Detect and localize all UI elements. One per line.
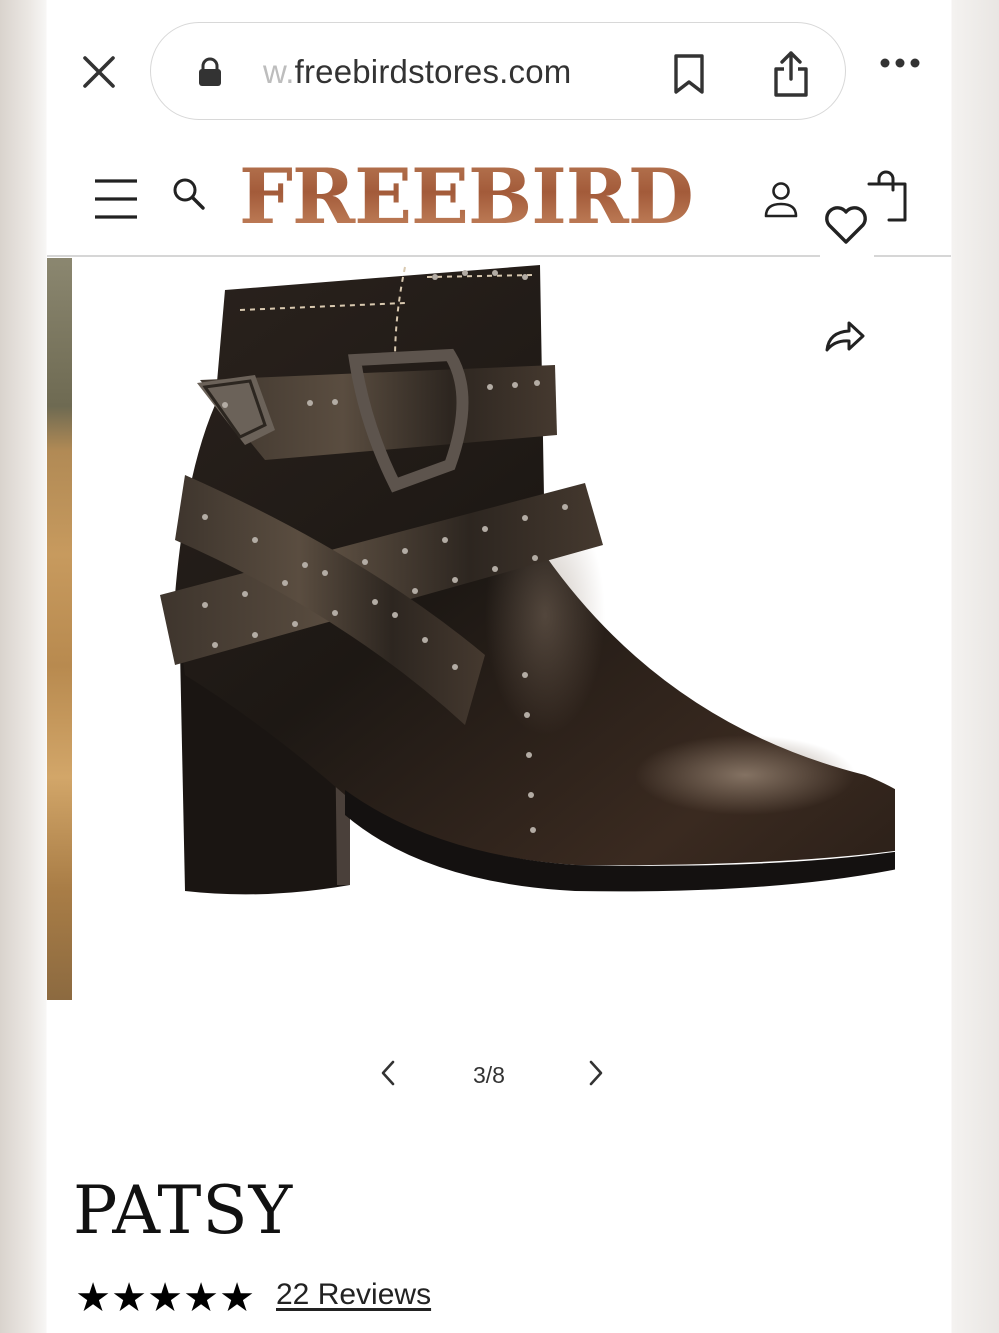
url-domain: freebirdstores.com — [294, 53, 572, 90]
account-icon[interactable] — [763, 180, 799, 225]
star-icon: ★ — [147, 1276, 183, 1320]
search-icon[interactable] — [171, 176, 207, 217]
product-title: PATSY — [73, 1172, 294, 1249]
star-rating: ★ ★ ★ ★ ★ — [75, 1278, 255, 1318]
share-icon[interactable] — [771, 49, 811, 104]
more-icon[interactable] — [879, 56, 921, 74]
previous-image-peek[interactable] — [47, 258, 72, 1000]
page: w.freebirdstores.com FREEBIRD 3/8 PATSY … — [47, 0, 951, 1333]
star-icon: ★ — [219, 1276, 255, 1320]
chevron-left-icon[interactable] — [377, 1058, 399, 1093]
heart-icon[interactable] — [823, 204, 869, 251]
star-icon: ★ — [75, 1276, 111, 1320]
product-image[interactable] — [105, 255, 941, 920]
star-icon: ★ — [111, 1276, 147, 1320]
lock-icon — [197, 57, 223, 92]
address-bar[interactable]: w.freebirdstores.com — [150, 22, 846, 120]
bookmark-icon[interactable] — [671, 53, 707, 100]
gallery-counter: 3/8 — [473, 1062, 505, 1088]
reviews-link[interactable]: 22 Reviews — [276, 1278, 431, 1312]
site-logo[interactable]: FREEBIRD — [239, 152, 694, 241]
url-faint: w. — [263, 53, 295, 90]
star-icon: ★ — [183, 1276, 219, 1320]
chevron-right-icon[interactable] — [585, 1058, 607, 1093]
bag-icon[interactable] — [865, 170, 909, 229]
close-icon[interactable] — [79, 52, 119, 92]
forward-share-icon[interactable] — [823, 318, 867, 359]
url-text[interactable]: w.freebirdstores.com — [263, 53, 571, 91]
menu-icon[interactable] — [93, 178, 139, 225]
